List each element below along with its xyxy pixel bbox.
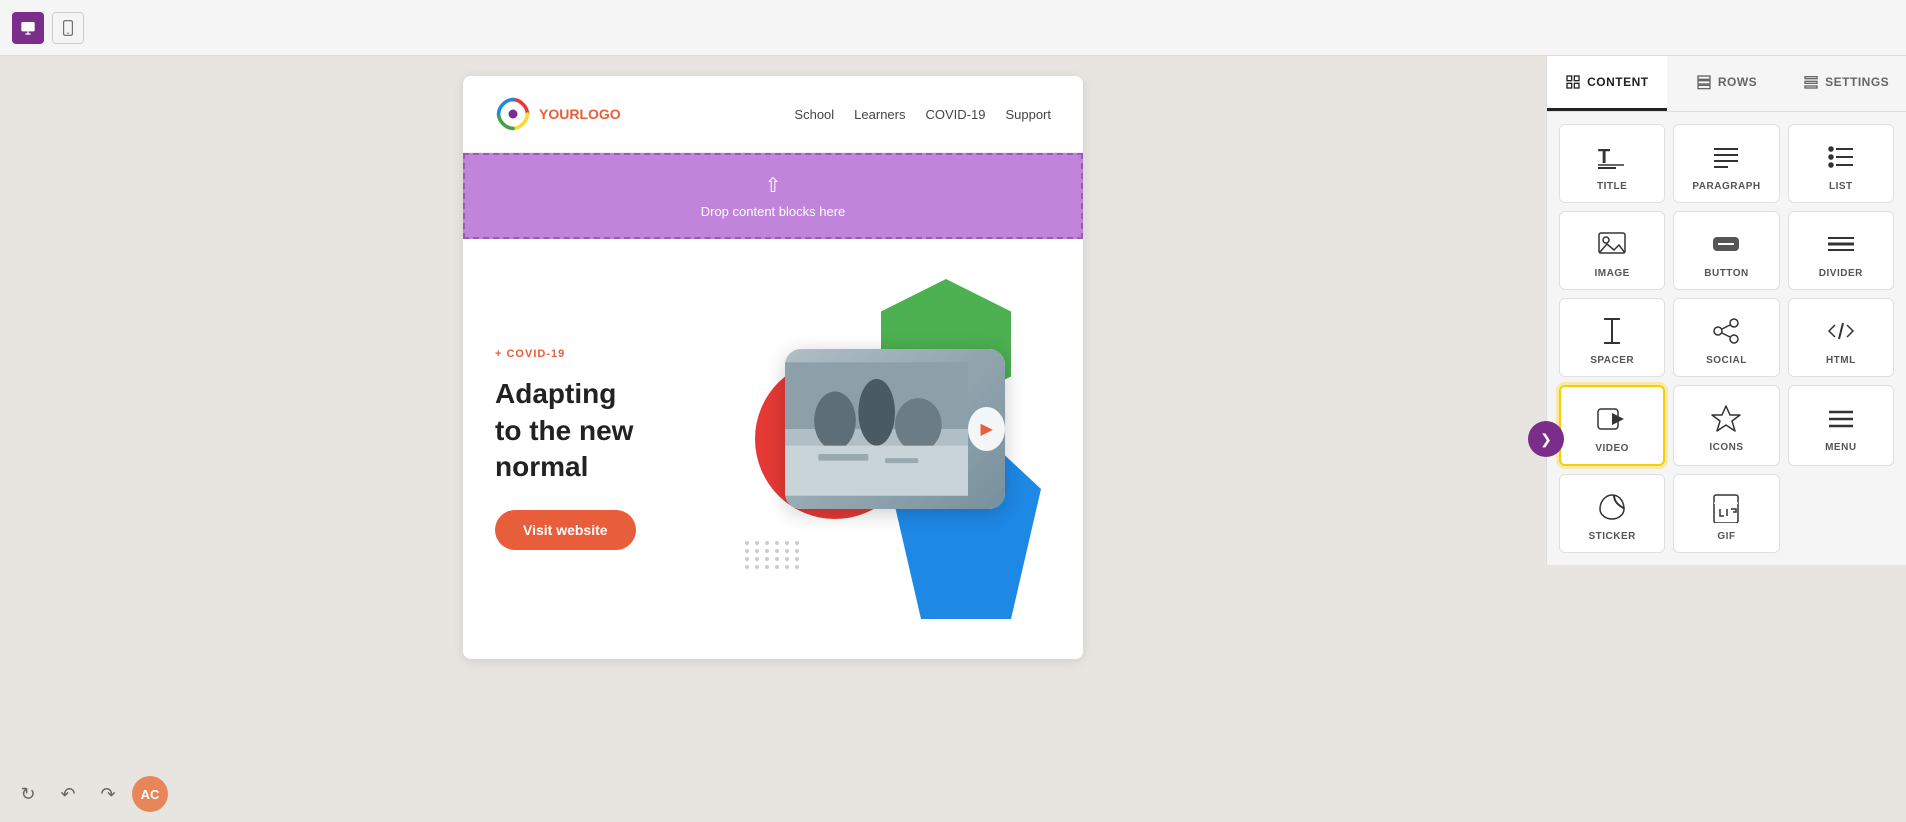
email-nav: School Learners COVID-19 Support bbox=[794, 107, 1051, 122]
tab-rows-label: ROWS bbox=[1718, 75, 1757, 89]
content-block-menu-label: MENU bbox=[1825, 442, 1856, 453]
content-block-divider[interactable]: DIVIDER bbox=[1788, 211, 1894, 290]
hero-graphic: ▶ bbox=[735, 279, 1051, 619]
tab-content-label: CONTENT bbox=[1587, 75, 1649, 89]
history-btn[interactable]: ↻ bbox=[12, 778, 44, 810]
content-block-title-label: TITLE bbox=[1597, 181, 1627, 192]
email-header: YOURLOGO School Learners COVID-19 Suppor… bbox=[463, 76, 1083, 153]
content-block-video[interactable]: VIDEO bbox=[1559, 385, 1665, 466]
main-area: YOURLOGO School Learners COVID-19 Suppor… bbox=[0, 56, 1906, 822]
video-card[interactable]: ▶ bbox=[785, 349, 1005, 509]
content-block-paragraph[interactable]: PARAGRAPH bbox=[1673, 124, 1779, 203]
desktop-view-btn[interactable] bbox=[12, 12, 44, 44]
tab-settings-label: SETTINGS bbox=[1825, 75, 1889, 89]
email-canvas: YOURLOGO School Learners COVID-19 Suppor… bbox=[463, 76, 1083, 659]
content-block-paragraph-label: PARAGRAPH bbox=[1692, 181, 1760, 192]
hero-tag: + COVID-19 bbox=[495, 348, 715, 360]
content-block-gif[interactable]: GIF bbox=[1673, 474, 1779, 553]
logo-your: YOUR bbox=[539, 106, 579, 122]
drop-zone-text: Drop content blocks here bbox=[701, 204, 846, 219]
content-block-social[interactable]: SOCIAL bbox=[1673, 298, 1779, 377]
hero-text-column: + COVID-19 Adaptingto the newnormal Visi… bbox=[495, 348, 715, 549]
content-block-list[interactable]: LIST bbox=[1788, 124, 1894, 203]
logo-icon bbox=[495, 96, 531, 132]
content-block-spacer-label: SPACER bbox=[1590, 355, 1634, 366]
content-block-html[interactable]: HTML bbox=[1788, 298, 1894, 377]
video-bg: ▶ bbox=[785, 349, 1005, 509]
content-block-gif-label: GIF bbox=[1717, 531, 1735, 542]
tab-content[interactable]: CONTENT bbox=[1547, 56, 1667, 111]
nav-learners[interactable]: Learners bbox=[854, 107, 905, 122]
nav-covid[interactable]: COVID-19 bbox=[925, 107, 985, 122]
content-block-spacer[interactable]: SPACER bbox=[1559, 298, 1665, 377]
user-avatar[interactable]: AC bbox=[132, 776, 168, 812]
content-block-image-label: IMAGE bbox=[1595, 268, 1630, 279]
drop-zone[interactable]: ⇧ Drop content blocks here bbox=[463, 153, 1083, 239]
upload-icon: ⇧ bbox=[765, 173, 782, 198]
content-block-sticker-label: STICKER bbox=[1588, 531, 1635, 542]
nav-support[interactable]: Support bbox=[1005, 107, 1051, 122]
canvas-area: YOURLOGO School Learners COVID-19 Suppor… bbox=[0, 56, 1546, 822]
bottom-toolbar: ↻ ↶ ↷ AC bbox=[0, 766, 180, 822]
content-blocks-grid: T TITLE PARAGRAPH LIST IMAGE bbox=[1547, 112, 1906, 565]
dots-grid bbox=[745, 541, 801, 569]
tab-settings[interactable]: SETTINGS bbox=[1786, 56, 1906, 111]
video-thumbnail bbox=[785, 349, 968, 509]
right-panel-wrapper: ❯ CONTENT ROWS bbox=[1546, 56, 1906, 822]
panel-collapse-btn[interactable]: ❯ bbox=[1528, 421, 1564, 457]
mobile-view-btn[interactable] bbox=[52, 12, 84, 44]
nav-school[interactable]: School bbox=[794, 107, 834, 122]
content-block-video-label: VIDEO bbox=[1595, 443, 1629, 454]
video-play-btn[interactable]: ▶ bbox=[968, 407, 1005, 451]
content-block-divider-label: DIVIDER bbox=[1819, 268, 1863, 279]
top-toolbar bbox=[0, 0, 1906, 56]
content-block-sticker[interactable]: STICKER bbox=[1559, 474, 1665, 553]
content-block-button-label: BUTTON bbox=[1704, 268, 1748, 279]
content-block-button[interactable]: BUTTON bbox=[1673, 211, 1779, 290]
content-block-list-label: LIST bbox=[1829, 181, 1853, 192]
content-block-menu[interactable]: MENU bbox=[1788, 385, 1894, 466]
content-block-icons-label: ICONS bbox=[1709, 442, 1743, 453]
content-block-image[interactable]: IMAGE bbox=[1559, 211, 1665, 290]
logo-area: YOURLOGO bbox=[495, 96, 621, 132]
right-panel: CONTENT ROWS SETTINGS bbox=[1546, 56, 1906, 565]
hero-title: Adaptingto the newnormal bbox=[495, 376, 715, 485]
panel-tabs: CONTENT ROWS SETTINGS bbox=[1547, 56, 1906, 112]
content-block-icons[interactable]: ICONS bbox=[1673, 385, 1779, 466]
undo-btn[interactable]: ↶ bbox=[52, 778, 84, 810]
hero-section: + COVID-19 Adaptingto the newnormal Visi… bbox=[463, 239, 1083, 659]
hero-cta-button[interactable]: Visit website bbox=[495, 510, 636, 550]
redo-btn[interactable]: ↷ bbox=[92, 778, 124, 810]
logo-logo: LOGO bbox=[579, 106, 620, 122]
tab-rows[interactable]: ROWS bbox=[1667, 56, 1787, 111]
content-block-html-label: HTML bbox=[1826, 355, 1856, 366]
logo-text: YOURLOGO bbox=[539, 106, 621, 122]
content-block-title[interactable]: T TITLE bbox=[1559, 124, 1665, 203]
content-block-social-label: SOCIAL bbox=[1706, 355, 1747, 366]
